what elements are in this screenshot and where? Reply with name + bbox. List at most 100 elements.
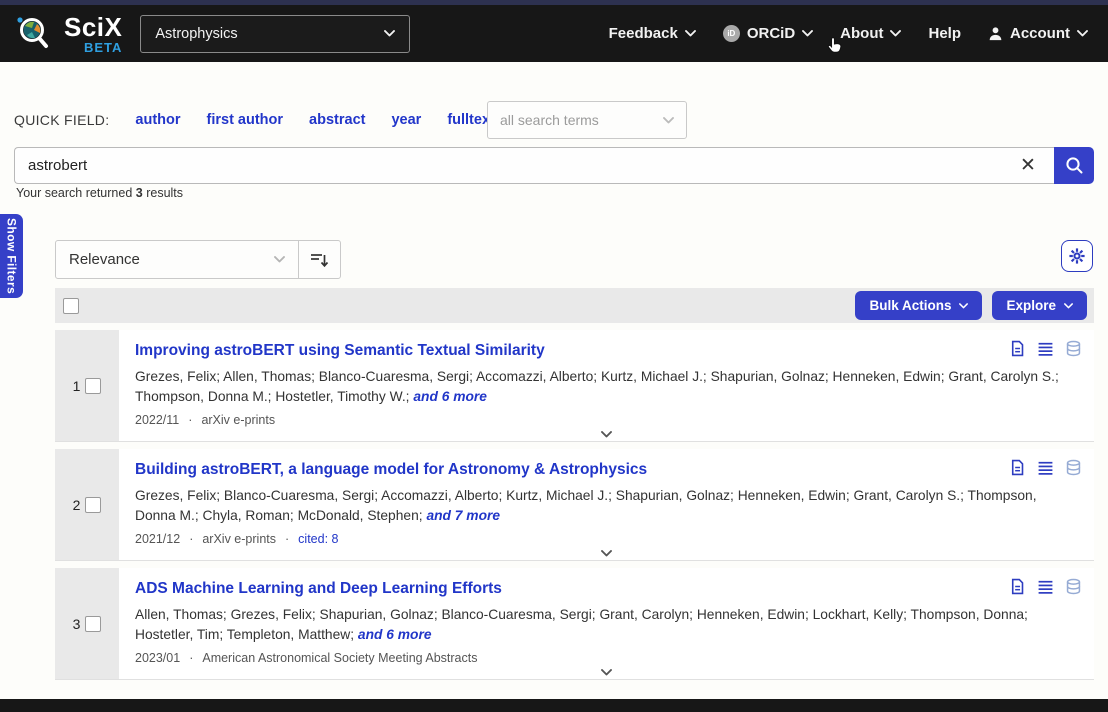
sort-select-value: Relevance	[69, 251, 140, 268]
search-icon	[1065, 157, 1082, 174]
chevron-down-icon	[601, 669, 612, 676]
fulltext-document-icon[interactable]	[1009, 459, 1026, 476]
quick-field-year[interactable]: year	[391, 112, 421, 128]
result-authors: Grezes, Felix; Allen, Thomas; Blanco-Cua…	[135, 369, 1059, 404]
scix-logo[interactable]: SciX BETA	[12, 11, 122, 57]
chevron-down-icon	[684, 30, 696, 37]
nav-help[interactable]: Help	[928, 25, 961, 42]
magnifier-globe-icon	[17, 16, 48, 48]
result-title-link[interactable]: ADS Machine Learning and Deep Learning E…	[135, 580, 502, 598]
scix-search-results-page: SciX BETA Astrophysics Feedback iD ORCiD…	[0, 0, 1108, 712]
result-date: 2023/01	[135, 651, 181, 665]
result-title-link[interactable]: Building astroBERT, a language model for…	[135, 461, 647, 479]
results-list: 1 Improving astroBERT using Semantic Tex…	[55, 330, 1094, 687]
search-input[interactable]	[14, 147, 1054, 184]
result-publication: arXiv e-prints	[201, 413, 276, 427]
result-quick-icons	[1009, 578, 1082, 595]
nav-account[interactable]: Account	[988, 25, 1088, 42]
chevron-down-icon	[601, 431, 612, 438]
sort-select[interactable]: Relevance	[56, 241, 298, 278]
footer-bar	[0, 699, 1108, 712]
chevron-down-icon	[1077, 30, 1088, 37]
result-item: 2 Building astroBERT, a language model f…	[55, 449, 1094, 561]
clear-search-icon[interactable]: ✕	[1016, 154, 1040, 178]
data-products-icon	[1065, 578, 1082, 595]
cited-count-link[interactable]: cited: 8	[298, 532, 338, 546]
person-icon	[989, 27, 1002, 41]
search-terms-select-value: all search terms	[500, 112, 599, 128]
result-checkbox[interactable]	[85, 496, 102, 513]
fulltext-document-icon[interactable]	[1009, 578, 1026, 595]
meta-separator: ·	[189, 532, 194, 546]
search-button[interactable]	[1054, 147, 1094, 184]
result-authors: Grezes, Felix; Blanco-Cuaresma, Sergi; A…	[135, 488, 1037, 523]
results-summary: Your search returned 3 results	[16, 186, 184, 200]
references-list-icon[interactable]	[1037, 578, 1054, 595]
results-count: 3	[135, 186, 143, 200]
chevron-down-icon	[274, 256, 285, 263]
result-item: 1 Improving astroBERT using Semantic Tex…	[55, 330, 1094, 442]
references-list-icon[interactable]	[1037, 459, 1054, 476]
more-authors-link[interactable]: and 7 more	[426, 508, 500, 523]
results-settings-button[interactable]	[1061, 240, 1093, 272]
result-quick-icons	[1009, 459, 1082, 476]
result-publication: American Astronomical Society Meeting Ab…	[202, 651, 478, 665]
show-filters-tab[interactable]: Show Filters	[0, 214, 23, 298]
quick-field-abstract[interactable]: abstract	[309, 112, 365, 128]
result-checkbox[interactable]	[85, 377, 102, 394]
data-products-icon	[1065, 459, 1082, 476]
meta-separator: ·	[285, 532, 290, 546]
nav-about[interactable]: About	[840, 25, 902, 42]
quick-field-first-author[interactable]: first author	[207, 112, 284, 128]
fulltext-document-icon[interactable]	[1009, 340, 1026, 357]
nav-orcid[interactable]: iD ORCiD	[722, 25, 814, 42]
search-terms-select[interactable]: all search terms	[487, 101, 687, 139]
result-meta: 2023/01 · American Astronomical Society …	[135, 651, 1078, 665]
meta-separator: ·	[188, 413, 193, 427]
explore-button[interactable]: Explore	[992, 291, 1087, 320]
chevron-down-icon	[1064, 302, 1073, 308]
result-body: Improving astroBERT using Semantic Textu…	[119, 330, 1094, 441]
result-item: 3 ADS Machine Learning and Deep Learning…	[55, 568, 1094, 680]
expand-result-button[interactable]	[561, 666, 652, 677]
result-date: 2021/12	[135, 532, 181, 546]
result-left-strip: 3	[55, 568, 119, 679]
meta-separator: ·	[189, 651, 194, 665]
search-bar: ✕	[14, 147, 1094, 184]
more-authors-link[interactable]: and 6 more	[413, 389, 487, 404]
brand-text: SciX BETA	[64, 14, 122, 54]
sort-controls: Relevance	[55, 240, 341, 279]
result-body: Building astroBERT, a language model for…	[119, 449, 1094, 560]
result-authors: Allen, Thomas; Grezes, Felix; Shapurian,…	[135, 607, 1028, 642]
more-authors-link[interactable]: and 6 more	[358, 627, 432, 642]
discipline-select[interactable]: Astrophysics	[140, 14, 411, 53]
chevron-down-icon	[890, 30, 902, 37]
chevron-down-icon	[802, 30, 814, 37]
result-meta: 2022/11 · arXiv e-prints	[135, 413, 1078, 427]
expand-result-button[interactable]	[561, 428, 652, 439]
result-index: 1	[72, 377, 81, 394]
result-left-strip: 2	[55, 449, 119, 560]
bulk-actions-button[interactable]: Bulk Actions	[855, 291, 983, 320]
show-filters-label: Show Filters	[4, 217, 19, 295]
result-index: 2	[72, 496, 81, 513]
result-title-link[interactable]: Improving astroBERT using Semantic Textu…	[135, 342, 545, 360]
sort-direction-button[interactable]	[298, 241, 340, 278]
result-body: ADS Machine Learning and Deep Learning E…	[119, 568, 1094, 679]
result-publication: arXiv e-prints	[202, 532, 276, 546]
expand-result-button[interactable]	[561, 547, 652, 558]
result-checkbox[interactable]	[85, 615, 102, 632]
nav-feedback[interactable]: Feedback	[609, 25, 696, 42]
quick-field-author[interactable]: author	[135, 112, 180, 128]
orcid-icon: iD	[722, 25, 740, 42]
chevron-down-icon	[663, 116, 674, 123]
bulk-actions-bar: Bulk Actions Explore	[55, 288, 1094, 323]
result-left-strip: 1	[55, 330, 119, 441]
references-list-icon[interactable]	[1037, 340, 1054, 357]
navbar: SciX BETA Astrophysics Feedback iD ORCiD…	[0, 5, 1108, 62]
brand-name: SciX	[64, 11, 123, 42]
navbar-menu: Feedback iD ORCiD About Help Account	[609, 5, 1088, 62]
chevron-down-icon	[601, 550, 612, 557]
chevron-down-icon	[384, 30, 396, 37]
select-all-checkbox[interactable]	[63, 297, 79, 314]
